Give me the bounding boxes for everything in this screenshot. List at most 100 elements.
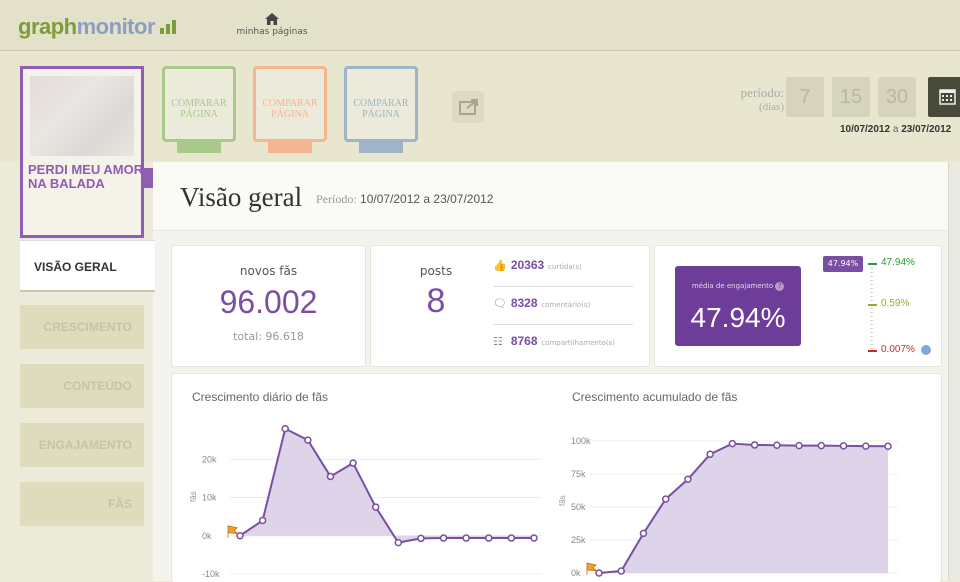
period-15-button[interactable]: 15	[832, 77, 870, 117]
data-point[interactable]	[706, 450, 714, 458]
posts-label: posts	[419, 264, 453, 278]
y-axis-label: fãs	[189, 491, 198, 502]
logo-text-part2: monitor	[76, 14, 156, 39]
data-point[interactable]	[530, 534, 538, 542]
divider	[493, 286, 633, 287]
compare-tab	[359, 141, 403, 153]
data-point[interactable]	[639, 529, 648, 538]
data-point[interactable]	[258, 516, 267, 525]
scale-help-icon[interactable]	[921, 345, 931, 355]
share-button[interactable]	[452, 91, 484, 123]
posts-card: posts 8 👍 20363 curtida(s) 🗨 8328 coment…	[370, 245, 650, 367]
compare-page-button-2[interactable]: COMPARAR PÁGINA	[253, 66, 327, 153]
share-icon	[459, 99, 478, 115]
engagement-card: média de engajamento? 47.94% 47.94% 47.9…	[654, 245, 942, 367]
total-fans: total: 96.618	[233, 330, 304, 343]
y-tick-label: 25k	[571, 535, 586, 545]
period-info: Período: 10/07/2012 a 23/07/2012	[316, 192, 493, 207]
data-point[interactable]	[839, 442, 848, 450]
nav-crescimento[interactable]: CRESCIMENTO	[20, 305, 144, 349]
data-point[interactable]	[617, 567, 625, 575]
period-7-button[interactable]: 7	[786, 77, 824, 117]
y-tick-label: 0k	[202, 531, 212, 541]
engagement-scale	[870, 264, 873, 350]
data-point[interactable]	[371, 503, 380, 511]
period-sublabel: (dias)	[758, 101, 784, 113]
home-button[interactable]: minhas páginas	[232, 13, 312, 37]
y-tick-label: 50k	[571, 502, 586, 512]
date-range-separator: a	[892, 124, 899, 135]
data-point[interactable]	[281, 424, 289, 433]
help-icon[interactable]: ?	[775, 282, 785, 291]
divider	[493, 324, 633, 325]
engagement-value: 47.94%	[690, 302, 786, 333]
data-point[interactable]	[417, 534, 425, 543]
data-point[interactable]	[462, 534, 470, 542]
y-tick-label: 10k	[202, 493, 217, 503]
scale-tick-bottom	[868, 350, 877, 352]
posts-value: 8	[426, 282, 446, 320]
title-bar: Visão geral Período: 10/07/2012 a 23/07/…	[153, 162, 960, 231]
new-fans-label: novos fãs	[239, 264, 298, 278]
data-point[interactable]	[661, 495, 670, 503]
scale-bottom-label: 0.007%	[881, 344, 915, 355]
data-point[interactable]	[326, 472, 335, 481]
like-icon: 👍	[493, 259, 507, 272]
signal-bars-icon	[160, 14, 178, 40]
nav-fas[interactable]: FÃS	[20, 482, 144, 526]
engagement-box: média de engajamento? 47.94%	[675, 266, 801, 346]
data-point[interactable]	[394, 538, 403, 547]
y-tick-label: -10k	[202, 569, 220, 579]
y-tick-label: 100k	[571, 436, 591, 446]
page-cover[interactable]: PERDI MEU AMOR NA BALADA	[20, 66, 144, 238]
data-point[interactable]	[773, 441, 781, 449]
compare-page-button-1[interactable]: COMPARAR PÁGINA	[162, 66, 236, 153]
nav-engajamento[interactable]: ENGAJAMENTO	[20, 423, 144, 467]
scrollbar[interactable]	[948, 162, 960, 581]
y-tick-label: 0k	[571, 568, 581, 578]
data-point[interactable]	[349, 459, 357, 467]
logo[interactable]: graphmonitor	[18, 14, 178, 40]
compare-tab	[177, 141, 221, 153]
data-point[interactable]	[817, 441, 826, 450]
likes-stat: 👍 20363 curtida(s)	[493, 258, 633, 278]
data-point[interactable]	[750, 441, 759, 449]
logo-text-part1: graph	[18, 14, 77, 39]
nav-visao-geral[interactable]: VISÃO GERAL	[20, 240, 155, 292]
home-icon	[265, 13, 279, 25]
charts-card: Crescimento diário de fãs Crescimento ac…	[171, 373, 942, 582]
scale-mid-label: 0.59%	[881, 298, 910, 309]
scale-tick-mid	[868, 304, 877, 306]
period-info-value: 10/07/2012 a 23/07/2012	[360, 192, 494, 206]
data-point[interactable]	[439, 534, 448, 542]
calendar-icon	[939, 89, 956, 105]
nav-conteudo[interactable]: CONTEÚDO	[20, 364, 144, 408]
compare-label: COMPARAR PÁGINA	[262, 98, 318, 120]
comments-stat: 🗨 8328 comentário(s)	[493, 296, 633, 316]
data-point[interactable]	[795, 441, 803, 450]
y-axis-label: fãs	[558, 495, 567, 506]
new-fans-value: 96.002	[219, 284, 318, 320]
calendar-button[interactable]	[928, 77, 960, 117]
cumulative-fans-chart: 100k 75k 50k 25k 0k fãs	[558, 436, 898, 578]
period-info-label: Período:	[316, 192, 357, 206]
compare-label: COMPARAR PÁGINA	[171, 98, 227, 120]
data-point[interactable]	[862, 442, 870, 450]
data-point[interactable]	[684, 475, 692, 484]
data-point[interactable]	[507, 534, 516, 542]
likes-label: curtida(s)	[548, 263, 582, 271]
data-point[interactable]	[304, 436, 312, 444]
comments-label: comentário(s)	[541, 301, 591, 309]
compare-page-button-3[interactable]: COMPARAR PÁGINA	[344, 66, 418, 153]
page-title: Visão geral	[180, 182, 303, 212]
data-point[interactable]	[728, 439, 737, 448]
y-tick-label: 20k	[202, 454, 217, 464]
new-fans-card: novos fãs 96.002 total: 96.618	[171, 245, 366, 367]
data-point[interactable]	[884, 442, 892, 451]
shares-stat: ☷ 8768 compartilhamento(s)	[493, 334, 633, 354]
data-point[interactable]	[485, 534, 493, 542]
period-30-button[interactable]: 30	[878, 77, 916, 117]
share-post-icon: ☷	[493, 335, 503, 348]
likes-value: 20363	[510, 258, 545, 272]
engagement-marker: 47.94%	[823, 256, 863, 272]
